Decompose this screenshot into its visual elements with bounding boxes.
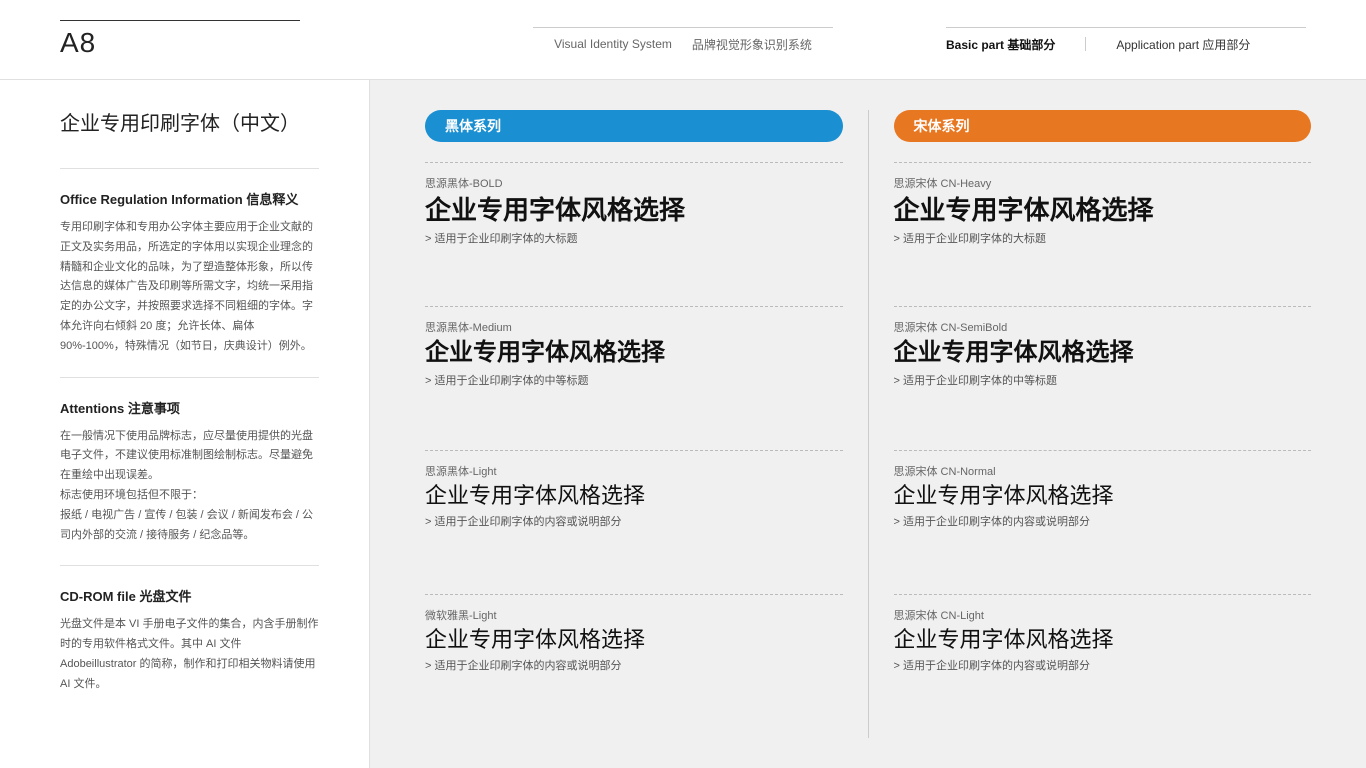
sidebar-section-2: Attentions 注意事项 在一般情况下使用品牌标志，应尽量使用提供的光盘电…: [60, 398, 319, 546]
font-name-song-1: 思源宋体 CN-SemiBold: [894, 319, 1312, 335]
font-col-hei: 黑体系列 思源黑体-BOLD 企业专用字体风格选择 适用于企业印刷字体的大标题 …: [400, 110, 869, 738]
page-number: A8: [60, 27, 320, 59]
font-name-hei-0: 思源黑体-BOLD: [425, 175, 843, 191]
header-line: [60, 20, 300, 21]
font-section-hei-3: 微软雅黑-Light 企业专用字体风格选择 适用于企业印刷字体的内容或说明部分: [425, 594, 843, 738]
font-demo-song-0: 企业专用字体风格选择: [894, 195, 1312, 226]
sidebar-title: 企业专用印刷字体（中文）: [60, 110, 319, 138]
header-right: Basic part 基础部分 Application part 应用部分: [946, 27, 1306, 53]
content-area: 黑体系列 思源黑体-BOLD 企业专用字体风格选择 适用于企业印刷字体的大标题 …: [370, 80, 1366, 768]
header-left: A8: [60, 20, 320, 59]
font-desc-song-1: 适用于企业印刷字体的中等标题: [894, 372, 1312, 388]
main: 企业专用印刷字体（中文） Office Regulation Informati…: [0, 80, 1366, 768]
font-name-song-0: 思源宋体 CN-Heavy: [894, 175, 1312, 191]
vis-title-en: Visual Identity System: [554, 37, 672, 51]
font-columns: 黑体系列 思源黑体-BOLD 企业专用字体风格选择 适用于企业印刷字体的大标题 …: [400, 110, 1336, 738]
sidebar-section-title-2: Attentions 注意事项: [60, 398, 319, 417]
sidebar-divider-3: [60, 565, 319, 566]
font-demo-hei-2: 企业专用字体风格选择: [425, 483, 843, 509]
header-right-line: [946, 27, 1306, 28]
font-name-hei-1: 思源黑体-Medium: [425, 319, 843, 335]
font-section-song-1: 思源宋体 CN-SemiBold 企业专用字体风格选择 适用于企业印刷字体的中等…: [894, 306, 1312, 450]
sidebar-divider-2: [60, 377, 319, 378]
header-nav: Basic part 基础部分 Application part 应用部分: [946, 36, 1306, 53]
font-section-hei-1: 思源黑体-Medium 企业专用字体风格选择 适用于企业印刷字体的中等标题: [425, 306, 843, 450]
font-section-hei-0: 思源黑体-BOLD 企业专用字体风格选择 适用于企业印刷字体的大标题: [425, 162, 843, 306]
font-desc-song-2: 适用于企业印刷字体的内容或说明部分: [894, 513, 1312, 529]
font-desc-hei-1: 适用于企业印刷字体的中等标题: [425, 372, 843, 388]
header-center-line: [533, 27, 833, 28]
font-desc-hei-2: 适用于企业印刷字体的内容或说明部分: [425, 513, 843, 529]
font-demo-song-2: 企业专用字体风格选择: [894, 483, 1312, 509]
sidebar-section-title-3: CD-ROM file 光盘文件: [60, 586, 319, 605]
font-demo-hei-3: 企业专用字体风格选择: [425, 627, 843, 653]
font-section-song-0: 思源宋体 CN-Heavy 企业专用字体风格选择 适用于企业印刷字体的大标题: [894, 162, 1312, 306]
nav-separator: [1085, 37, 1086, 51]
sidebar-section-3: CD-ROM file 光盘文件 光盘文件是本 VI 手册电子文件的集合，内含手…: [60, 586, 319, 694]
font-demo-song-1: 企业专用字体风格选择: [894, 339, 1312, 368]
font-section-hei-2: 思源黑体-Light 企业专用字体风格选择 适用于企业印刷字体的内容或说明部分: [425, 450, 843, 594]
font-desc-hei-3: 适用于企业印刷字体的内容或说明部分: [425, 657, 843, 673]
font-col-song: 宋体系列 思源宋体 CN-Heavy 企业专用字体风格选择 适用于企业印刷字体的…: [869, 110, 1337, 738]
font-name-song-3: 思源宋体 CN-Light: [894, 607, 1312, 623]
col-content-song: 宋体系列 思源宋体 CN-Heavy 企业专用字体风格选择 适用于企业印刷字体的…: [894, 110, 1312, 738]
font-name-song-2: 思源宋体 CN-Normal: [894, 463, 1312, 479]
font-demo-hei-1: 企业专用字体风格选择: [425, 339, 843, 368]
header-center: Visual Identity System 品牌视觉形象识别系统: [533, 27, 833, 53]
sidebar-section-1: Office Regulation Information 信息释义 专用印刷字…: [60, 189, 319, 357]
nav-application-part[interactable]: Application part 应用部分: [1116, 36, 1250, 53]
header-center-titles: Visual Identity System 品牌视觉形象识别系统: [554, 36, 812, 53]
nav-basic-part[interactable]: Basic part 基础部分: [946, 36, 1055, 53]
sidebar-section-text-2: 在一般情况下使用品牌标志，应尽量使用提供的光盘电子文件，不建议使用标准制图绘制标…: [60, 427, 319, 546]
sidebar: 企业专用印刷字体（中文） Office Regulation Informati…: [0, 80, 370, 768]
font-name-hei-2: 思源黑体-Light: [425, 463, 843, 479]
cat-header-hei: 黑体系列: [425, 110, 843, 142]
font-section-song-3: 思源宋体 CN-Light 企业专用字体风格选择 适用于企业印刷字体的内容或说明…: [894, 594, 1312, 738]
font-desc-song-3: 适用于企业印刷字体的内容或说明部分: [894, 657, 1312, 673]
sidebar-section-text-3: 光盘文件是本 VI 手册电子文件的集合，内含手册制作时的专用软件格式文件。其中 …: [60, 615, 319, 694]
vis-title-cn: 品牌视觉形象识别系统: [692, 36, 812, 53]
font-demo-hei-0: 企业专用字体风格选择: [425, 195, 843, 226]
sidebar-section-text-1: 专用印刷字体和专用办公字体主要应用于企业文献的正文及实务用品，所选定的字体用以实…: [60, 218, 319, 357]
font-name-hei-3: 微软雅黑-Light: [425, 607, 843, 623]
sidebar-section-title-1: Office Regulation Information 信息释义: [60, 189, 319, 208]
font-desc-song-0: 适用于企业印刷字体的大标题: [894, 230, 1312, 246]
font-desc-hei-0: 适用于企业印刷字体的大标题: [425, 230, 843, 246]
sidebar-divider-1: [60, 168, 319, 169]
font-demo-song-3: 企业专用字体风格选择: [894, 627, 1312, 653]
font-section-song-2: 思源宋体 CN-Normal 企业专用字体风格选择 适用于企业印刷字体的内容或说…: [894, 450, 1312, 594]
header: A8 Visual Identity System 品牌视觉形象识别系统 Bas…: [0, 0, 1366, 80]
col-content-hei: 黑体系列 思源黑体-BOLD 企业专用字体风格选择 适用于企业印刷字体的大标题 …: [425, 110, 843, 738]
cat-header-song: 宋体系列: [894, 110, 1312, 142]
